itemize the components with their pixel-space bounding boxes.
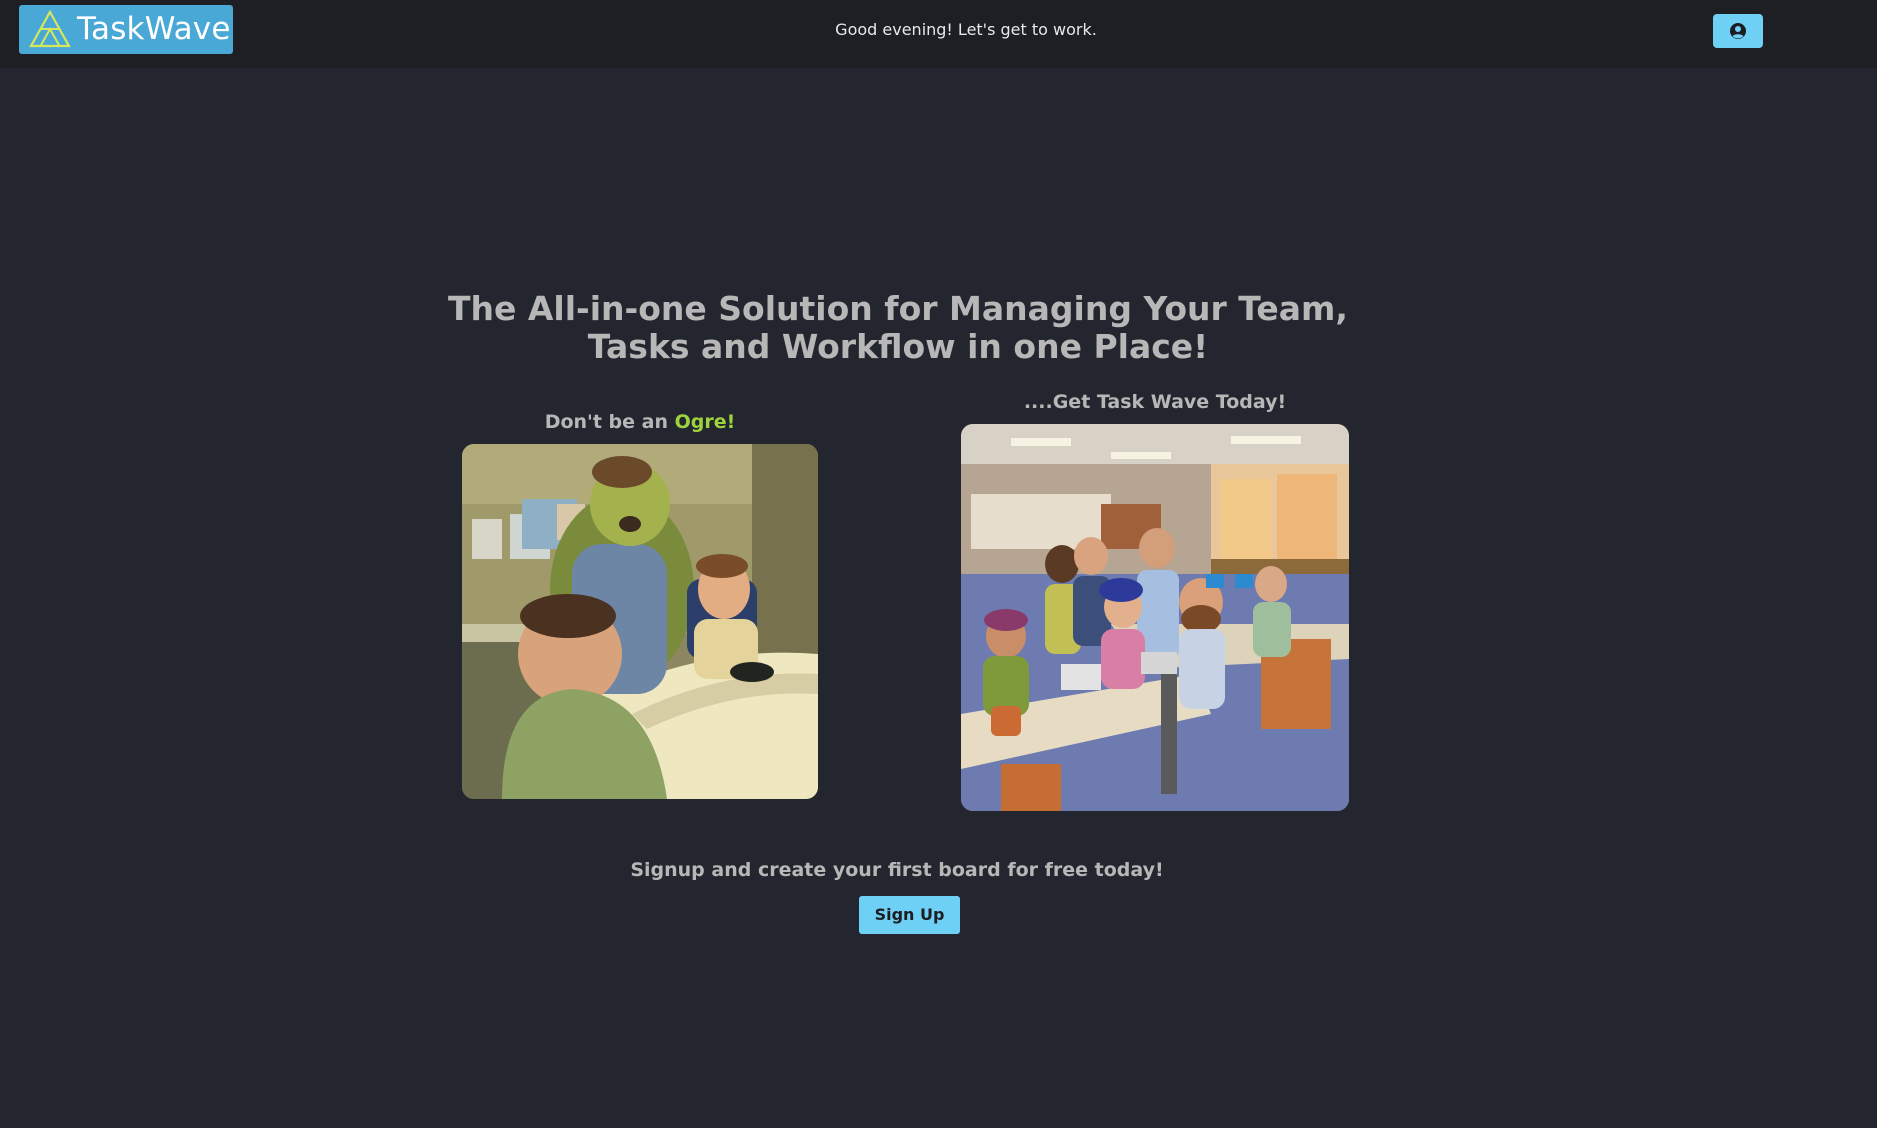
triangle-logo-icon	[29, 9, 71, 48]
hero-title: The All-in-one Solution for Managing You…	[448, 289, 1348, 366]
sign-up-button[interactable]: Sign Up	[859, 896, 960, 934]
user-circle-icon	[1730, 23, 1746, 39]
profile-button[interactable]	[1713, 14, 1763, 48]
signup-cta-text: Signup and create your first board for f…	[630, 859, 1164, 881]
top-navbar: TaskWave Good evening! Let's get to work…	[0, 0, 1877, 68]
ogre-office-image	[462, 444, 818, 799]
taskwave-logo[interactable]: TaskWave	[19, 5, 233, 54]
logo-text: TaskWave	[77, 11, 231, 47]
team-office-image	[961, 424, 1349, 811]
caption-accent-word: Ogre!	[674, 411, 736, 433]
caption-prefix: Don't be an	[544, 411, 675, 433]
left-caption: Don't be an Ogre!	[462, 410, 818, 434]
right-caption: ....Get Task Wave Today!	[1023, 391, 1287, 413]
greeting-message: Good evening! Let's get to work.	[835, 20, 1097, 39]
